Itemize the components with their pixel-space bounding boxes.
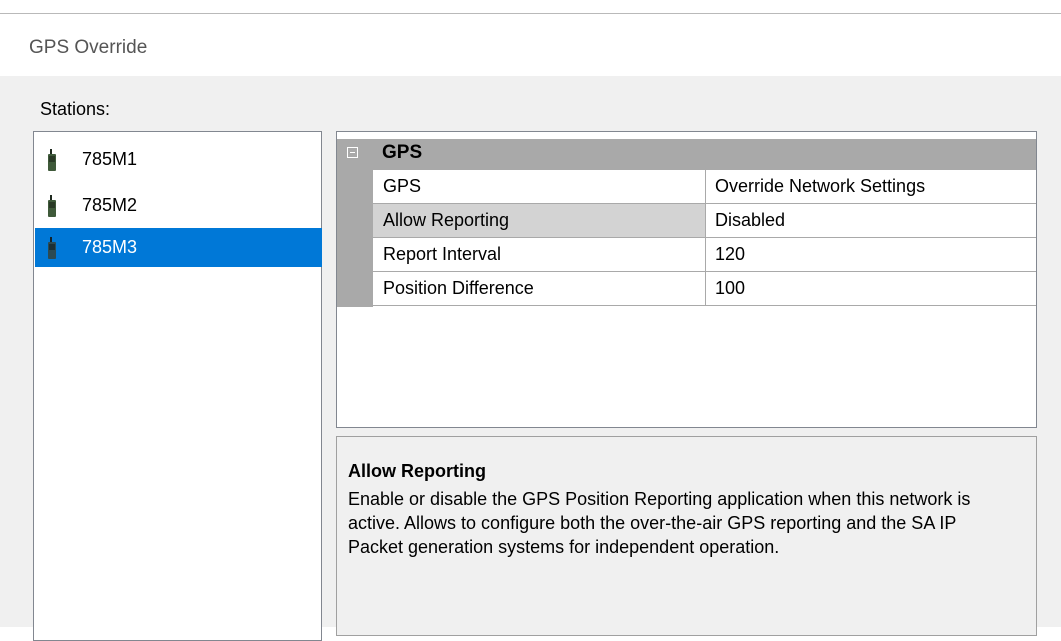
station-item-selected[interactable]: 785M3: [35, 228, 322, 267]
property-value[interactable]: Override Network Settings: [707, 170, 1036, 203]
category-label: GPS: [382, 142, 423, 163]
property-row[interactable]: Position Difference 100: [373, 272, 1036, 306]
property-grid[interactable]: GPS GPS Override Network Settings Allow …: [336, 131, 1037, 428]
property-name[interactable]: Report Interval: [373, 238, 706, 271]
property-name[interactable]: Allow Reporting: [373, 204, 706, 237]
property-value[interactable]: 100: [707, 272, 1036, 305]
description-pane: Allow Reporting Enable or disable the GP…: [336, 436, 1037, 636]
station-label: 785M1: [82, 149, 138, 169]
station-label: 785M3: [82, 237, 138, 257]
property-value[interactable]: 120: [707, 238, 1036, 271]
description-text: Enable or disable the GPS Position Repor…: [348, 489, 971, 557]
radio-icon: [48, 195, 56, 217]
dialog-header: [0, 14, 1061, 76]
property-row[interactable]: GPS Override Network Settings: [373, 170, 1036, 204]
grid-left-margin: [337, 170, 373, 307]
property-name[interactable]: Position Difference: [373, 272, 706, 305]
property-value[interactable]: Disabled: [707, 204, 1036, 237]
station-item[interactable]: 785M1: [35, 141, 322, 178]
station-label: 785M2: [82, 195, 138, 215]
stations-list[interactable]: 785M1 785M2 785M3: [33, 131, 322, 641]
stations-label: Stations:: [40, 99, 111, 119]
radio-icon: [48, 237, 56, 259]
collapse-icon[interactable]: [347, 147, 358, 158]
category-row-gps[interactable]: GPS: [337, 139, 1036, 170]
description-title: Allow Reporting: [348, 461, 486, 481]
property-name[interactable]: GPS: [373, 170, 706, 203]
station-item[interactable]: 785M2: [35, 187, 322, 224]
dialog-title: GPS Override: [29, 37, 148, 58]
radio-icon: [48, 149, 56, 171]
property-row[interactable]: Report Interval 120: [373, 238, 1036, 272]
property-row-selected[interactable]: Allow Reporting Disabled: [373, 204, 1036, 238]
